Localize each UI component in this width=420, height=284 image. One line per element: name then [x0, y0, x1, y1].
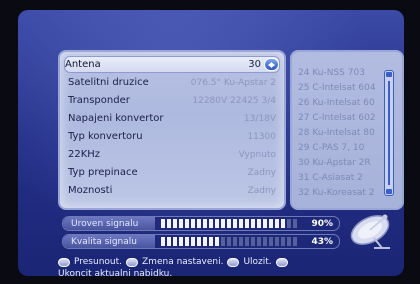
setting-label: Napajeni konvertor [68, 113, 164, 124]
setting-row-satellite[interactable]: Satelitni druzice 076.5° Ku-Apstar 2 [68, 74, 276, 91]
signal-level-percent: 90% [311, 218, 333, 229]
dpad-icon [58, 257, 70, 267]
satellite-list-item[interactable]: 24 Ku-NSS 703 [298, 68, 365, 81]
setting-row-switch-type[interactable]: Typ prepinace Zadny [68, 164, 276, 181]
left-right-button-icon [126, 257, 139, 267]
ok-button-icon [227, 257, 240, 267]
setting-value: Zadny [247, 167, 276, 178]
setting-label: Satelitni druzice [68, 77, 149, 88]
help-change: Zmena nastaveni. [142, 257, 224, 267]
setting-value: 11300 [247, 131, 276, 142]
setting-value: Zadny [247, 185, 276, 196]
satellite-list-item[interactable]: 27 C-Intelsat 602 [298, 113, 376, 126]
setting-row-options[interactable]: Moznosti Zadny [68, 182, 276, 199]
satellite-list-item[interactable]: 25 C-Intelsat 604 [298, 83, 376, 96]
signal-level-label: Uroven signalu [63, 217, 155, 230]
exit-button-icon [275, 257, 288, 267]
setting-label: Typ prepinace [68, 167, 138, 178]
satellite-list-item[interactable]: 29 C-PAS 7, 10 [298, 143, 364, 156]
satellite-list-item[interactable]: 26 Ku-Intelsat 60 [298, 98, 375, 111]
help-exit: Ukoncit aktualni nabidku. [58, 269, 173, 276]
help-bar: Presunout. Zmena nastaveni. Ulozit. Ukon… [58, 256, 398, 276]
satellite-list-item[interactable]: 31 C-Asiasat 2 [298, 173, 363, 186]
tv-screen: Antena 30 Satelitni druzice 076.5° Ku-Ap… [18, 10, 404, 276]
setting-value: 13/18V [243, 113, 276, 124]
signal-quality-fill [161, 237, 221, 246]
setting-row-lnb-type[interactable]: Typ konvertoru 11300 [68, 128, 276, 145]
satellite-list-item[interactable]: 30 Ku-Apstar 2R [298, 158, 371, 171]
signal-level-meter: Uroven signalu 90% [62, 216, 340, 231]
scroll-down-icon[interactable] [386, 189, 392, 194]
setting-row-antenna[interactable]: Antena 30 [64, 56, 280, 73]
setting-value: Vypnuto [238, 149, 276, 160]
satellite-list-scrollbar[interactable] [384, 70, 394, 196]
satellite-list-item[interactable]: 28 Ku-Intelsat 80 [298, 128, 375, 141]
setting-label: Antena [65, 59, 101, 70]
antenna-settings-panel: Antena 30 Satelitni druzice 076.5° Ku-Ap… [58, 50, 286, 210]
signal-quality-label: Kvalita signalu [63, 235, 155, 248]
setting-value: 076.5° Ku-Apstar 2 [190, 77, 276, 88]
satellite-list-item[interactable]: 32 Ku-Koreasat 2 [298, 188, 375, 201]
setting-row-lnb-power[interactable]: Napajeni konvertor 13/18V [68, 110, 276, 127]
left-right-arrow-icon[interactable] [264, 58, 279, 71]
signal-quality-meter: Kvalita signalu 43% [62, 234, 340, 249]
setting-row-transponder[interactable]: Transponder 12280V 22425 3/4 [68, 92, 276, 109]
setting-row-22khz[interactable]: 22KHz Vypnuto [68, 146, 276, 163]
help-save: Ulozit. [243, 257, 272, 267]
help-move: Presunout. [74, 257, 123, 267]
scroll-up-icon[interactable] [386, 72, 392, 77]
setting-label: Transponder [68, 95, 130, 106]
setting-label: Typ konvertoru [68, 131, 143, 142]
setting-label: 22KHz [68, 149, 101, 160]
setting-value: 12280V 22425 3/4 [192, 95, 276, 106]
scrollbar-track [388, 81, 390, 185]
signal-level-bar [161, 219, 299, 228]
setting-label: Moznosti [68, 185, 113, 196]
signal-quality-percent: 43% [311, 236, 333, 247]
setting-value[interactable]: 30 [248, 58, 279, 71]
signal-level-fill [161, 219, 286, 228]
satellite-dish-icon [350, 214, 390, 249]
signal-quality-bar [161, 237, 299, 246]
